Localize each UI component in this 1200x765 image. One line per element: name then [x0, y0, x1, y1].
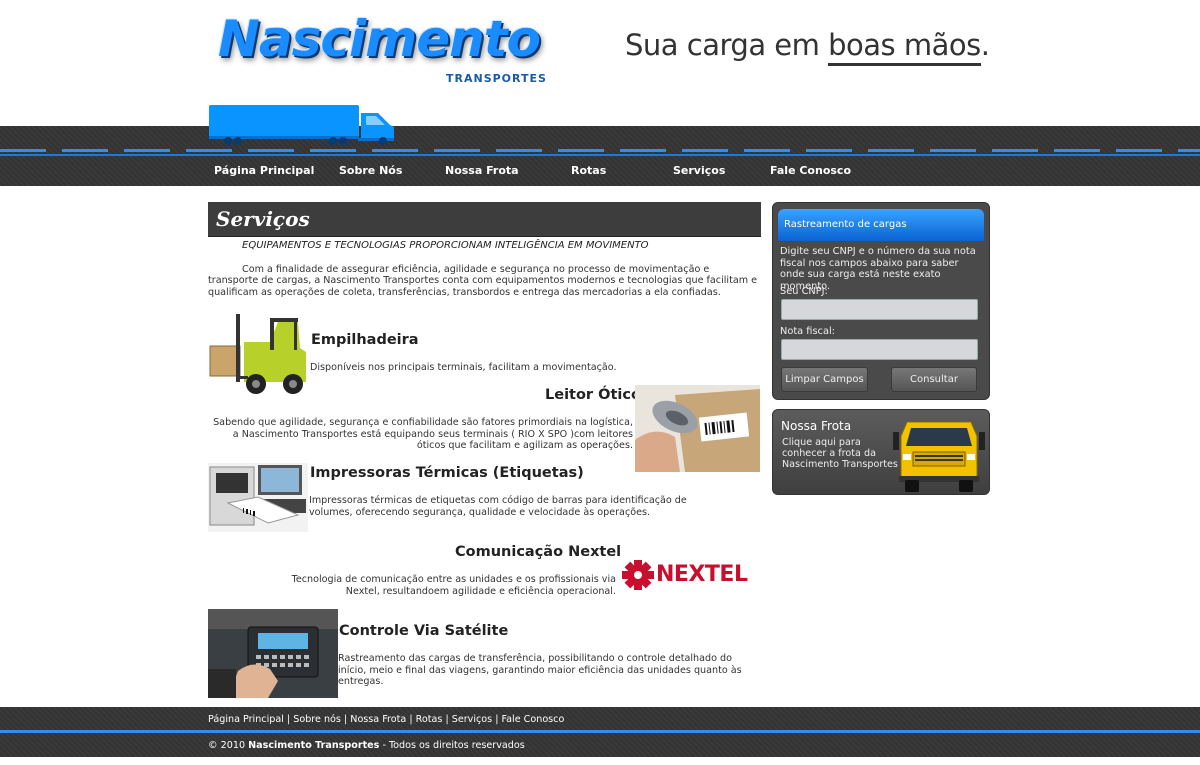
clear-fields-button[interactable]: Limpar Campos — [781, 367, 868, 392]
footer-links: Página Principal | Sobre nós | Nossa Fro… — [208, 714, 564, 725]
forklift-image — [208, 312, 308, 398]
service-title-satellite: Controle Via Satélite — [339, 623, 509, 639]
fleet-promo-title: Nossa Frota — [781, 419, 852, 433]
logo-subtitle: TRANSPORTES — [446, 72, 547, 85]
slogan-suffix: . — [980, 28, 990, 62]
site-logo[interactable]: Nascimento TRANSPORTES — [210, 0, 547, 95]
nav-contact[interactable]: Fale Conosco — [770, 164, 851, 177]
truck-icon — [209, 105, 394, 145]
nav-about[interactable]: Sobre Nós — [339, 164, 402, 177]
nextel-star-icon — [622, 560, 654, 590]
cnpj-label: Seu CNPJ: — [780, 286, 828, 297]
satellite-terminal-image — [208, 609, 338, 698]
copyright-suffix: - Todos os direitos reservados — [379, 740, 525, 751]
service-text-satellite: Rastreamento das cargas de transferência… — [338, 653, 742, 688]
footer-separator: | — [442, 714, 452, 725]
site-footer: Página Principal | Sobre nós | Nossa Fro… — [0, 707, 1200, 757]
footer-link-about[interactable]: Sobre nós — [293, 714, 341, 725]
service-text-forklift: Disponíveis nos principais terminais, fa… — [310, 362, 617, 373]
nav-bar — [0, 126, 1200, 186]
tracking-title: Rastreamento de cargas — [778, 209, 984, 241]
footer-separator: | — [340, 714, 351, 725]
service-text-scanner: Sabendo que agilidade, segurança e confi… — [213, 417, 633, 452]
footer-separator: | — [406, 714, 416, 725]
thermal-printer-image — [208, 463, 308, 532]
copyright-company: Nascimento Transportes — [248, 740, 380, 751]
main-content: Serviços EQUIPAMENTOS E TECNOLOGIAS PROP… — [208, 202, 762, 698]
service-title-scanner: Leitor Ótico — [545, 387, 641, 403]
nota-fiscal-input[interactable] — [781, 339, 978, 360]
nav-home[interactable]: Página Principal — [214, 164, 314, 177]
consult-button[interactable]: Consultar — [891, 367, 977, 392]
page-title-bar: Serviços — [208, 202, 761, 237]
nextel-wordmark: NEXTEL — [656, 562, 748, 587]
road-dash-line — [0, 149, 1200, 152]
service-text-nextel: Tecnologia de comunicação entre as unida… — [291, 574, 616, 597]
nota-fiscal-label: Nota fiscal: — [780, 326, 835, 337]
footer-separator: | — [283, 714, 294, 725]
page-tagline: EQUIPAMENTOS E TECNOLOGIAS PROPORCIONAM … — [242, 240, 649, 251]
intro-paragraph: Com a finalidade de assegurar eficiência… — [208, 264, 758, 298]
footer-link-contact[interactable]: Fale Conosco — [502, 714, 565, 725]
logo-wordmark: Nascimento — [218, 10, 541, 68]
slogan: Sua carga em boas mãos. — [625, 28, 990, 66]
tracking-panel: Rastreamento de cargas Digite seu CNPJ e… — [772, 202, 990, 400]
nav-routes[interactable]: Rotas — [571, 164, 606, 177]
nav-services[interactable]: Serviços — [673, 164, 725, 177]
footer-link-routes[interactable]: Rotas — [416, 714, 443, 725]
service-title-nextel: Comunicação Nextel — [455, 544, 622, 560]
cnpj-input[interactable] — [781, 299, 978, 320]
slogan-prefix: Sua carga em — [625, 28, 829, 62]
footer-link-services[interactable]: Serviços — [452, 714, 492, 725]
service-title-printers: Impressoras Térmicas (Etiquetas) — [310, 465, 584, 481]
service-text-printers: Impressoras térmicas de etiquetas com có… — [309, 495, 687, 518]
footer-line — [0, 730, 1200, 733]
footer-separator: | — [492, 714, 502, 725]
footer-link-home[interactable]: Página Principal — [208, 714, 284, 725]
slogan-emphasis: boas mãos — [828, 28, 981, 66]
copyright: © 2010 Nascimento Transportes - Todos os… — [208, 740, 525, 751]
fleet-promo-card[interactable]: Nossa Frota Clique aqui para conhecer a … — [772, 409, 990, 495]
barcode-scanner-image — [635, 385, 760, 472]
road-solid-line — [0, 154, 1200, 156]
page-title: Serviços — [216, 207, 310, 231]
truck-front-icon — [893, 421, 985, 492]
copyright-prefix: © 2010 — [208, 740, 249, 751]
nav-fleet[interactable]: Nossa Frota — [445, 164, 519, 177]
footer-link-fleet[interactable]: Nossa Frota — [350, 714, 406, 725]
nextel-logo: NEXTEL — [620, 560, 760, 590]
service-title-forklift: Empilhadeira — [311, 332, 419, 348]
